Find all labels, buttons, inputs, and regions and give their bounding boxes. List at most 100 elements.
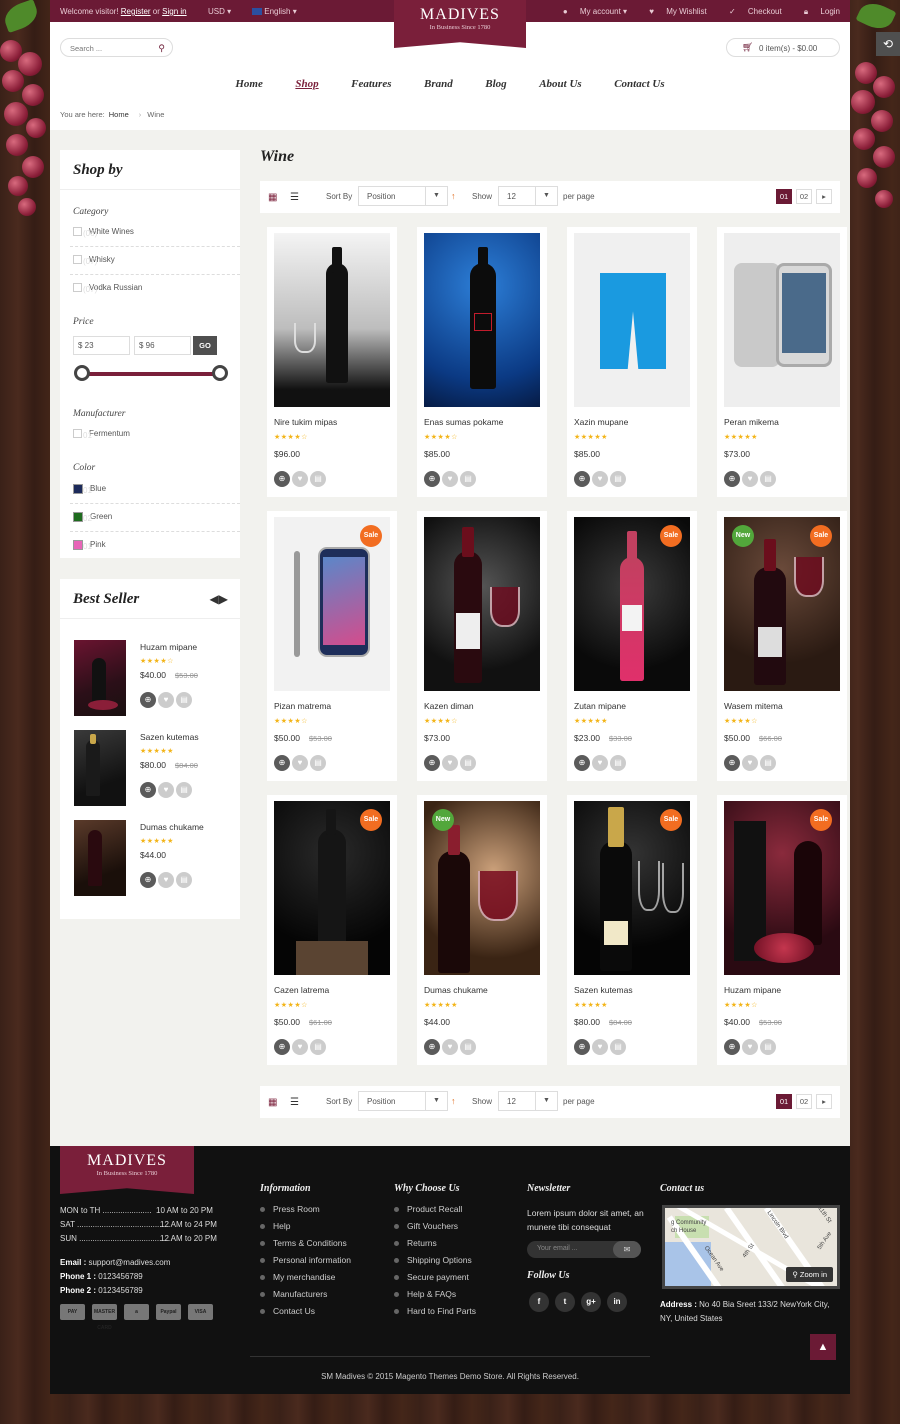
cart-icon[interactable]: ⊕ [274, 1039, 290, 1055]
product-card[interactable]: Xazin mupane ★★★★★ $85.00 ⊕ ♥ ▤ [567, 227, 697, 497]
product-name[interactable]: Wasem mitema [724, 701, 783, 711]
product-image[interactable] [574, 233, 690, 407]
product-name[interactable]: Sazen kutemas [574, 985, 633, 995]
footer-link[interactable]: Hard to Find Parts [394, 1306, 476, 1320]
product-card[interactable]: Peran mikema ★★★★★ $73.00 ⊕ ♥ ▤ [717, 227, 847, 497]
facebook-icon[interactable]: f [529, 1292, 549, 1312]
product-name[interactable]: Xazin mupane [574, 417, 628, 427]
my-account-link[interactable]: ● My account ▾ [553, 7, 627, 16]
footer-link[interactable]: Contact Us [260, 1306, 315, 1320]
product-image[interactable]: Sale New [724, 517, 840, 691]
checkbox[interactable] [73, 283, 82, 293]
product-card[interactable]: Kazen diman ★★★★☆ $73.00 ⊕ ♥ ▤ [417, 511, 547, 781]
product-image[interactable] [724, 233, 840, 407]
compare-icon[interactable]: ▤ [176, 782, 192, 798]
page-1[interactable]: 01 [776, 1094, 792, 1109]
best-seller-item[interactable]: Sazen kutemas ★★★★★ $80.00 $84.00 ⊕ ♥ ▤ [74, 730, 234, 810]
wishlist-icon[interactable]: ♥ [442, 471, 458, 487]
checkbox[interactable] [73, 429, 82, 439]
product-image[interactable]: Sale [724, 801, 840, 975]
wishlist-icon[interactable]: ♥ [742, 1039, 758, 1055]
chevron-right-icon[interactable]: ▶ [219, 592, 228, 606]
product-name[interactable]: Kazen diman [424, 701, 474, 711]
googleplus-icon[interactable]: g+ [581, 1292, 601, 1312]
price-min-input[interactable]: $ 23 [73, 336, 130, 355]
filter-whisky[interactable]: Whisky (07) [73, 255, 223, 269]
login-link[interactable]: 🔒︎ Login [794, 7, 840, 16]
product-image[interactable]: Sale [274, 517, 390, 691]
cart-icon[interactable]: ⊕ [574, 755, 590, 771]
linkedin-icon[interactable]: in [607, 1292, 627, 1312]
envelope-icon[interactable]: ✉ [613, 1241, 641, 1258]
filter-white-wines[interactable]: White Wines (06) [73, 227, 223, 241]
cart-icon[interactable]: ⊕ [574, 471, 590, 487]
footer-link[interactable]: Help & FAQs [394, 1289, 456, 1303]
wishlist-icon[interactable]: ♥ [442, 755, 458, 771]
search-input[interactable]: Search ... ⚲ [60, 38, 173, 57]
product-card[interactable]: Sale Sazen kutemas ★★★★★ $80.00 $84.00 ⊕ ♥ ▤ [567, 795, 697, 1065]
wishlist-icon[interactable]: ♥ [158, 872, 174, 888]
product-image[interactable] [74, 730, 126, 806]
filter-fermentum[interactable]: Fermentum 01 [73, 429, 223, 443]
language-select[interactable]: English ▾ [252, 7, 297, 16]
checkbox[interactable] [73, 227, 82, 237]
wishlist-icon[interactable]: ♥ [592, 471, 608, 487]
footer-link[interactable]: Returns [394, 1238, 437, 1252]
product-image[interactable]: New [424, 801, 540, 975]
limit-select[interactable]: 12 ▼ [498, 1091, 558, 1111]
compare-icon[interactable]: ▤ [760, 755, 776, 771]
footer-link[interactable]: My merchandise [260, 1272, 335, 1286]
product-name[interactable]: Peran mikema [724, 417, 779, 427]
product-card[interactable]: Sale Zutan mipane ★★★★★ $23.00 $33.00 ⊕ ♥ ▤ [567, 511, 697, 781]
cart-icon[interactable]: ⊕ [140, 872, 156, 888]
compare-icon[interactable]: ▤ [460, 1039, 476, 1055]
twitter-icon[interactable]: t [555, 1292, 575, 1312]
wishlist-icon[interactable]: ♥ [158, 782, 174, 798]
footer-link[interactable]: Terms & Conditions [260, 1238, 347, 1252]
compare-icon[interactable]: ▤ [310, 755, 326, 771]
sort-direction-icon[interactable]: ↑ [451, 1096, 456, 1106]
compare-icon[interactable]: ▤ [610, 471, 626, 487]
signin-link[interactable]: Sign in [162, 7, 186, 16]
settings-toggle-button[interactable]: ⟲ [876, 32, 900, 56]
footer-link[interactable]: Gift Vouchers [394, 1221, 458, 1235]
footer-logo[interactable]: MADIVES In Business Since 1780 [60, 1146, 194, 1194]
checkout-link[interactable]: ✓ Checkout [719, 7, 782, 16]
wishlist-icon[interactable]: ♥ [292, 1039, 308, 1055]
footer-link[interactable]: Press Room [260, 1204, 320, 1218]
product-card[interactable]: Sale New Wasem mitema ★★★★☆ $50.00 $66.00 ⊕ ♥ ▤ [717, 511, 847, 781]
nav-brand[interactable]: Brand [424, 78, 453, 90]
product-image[interactable] [74, 640, 126, 716]
product-name[interactable]: Huzam mipane [140, 642, 197, 652]
cart-icon[interactable]: ⊕ [724, 755, 740, 771]
sort-select[interactable]: Position ▼ [358, 1091, 448, 1111]
cart-icon[interactable]: ⊕ [274, 471, 290, 487]
product-card[interactable]: Enas sumas pokame ★★★★☆ $85.00 ⊕ ♥ ▤ [417, 227, 547, 497]
product-image[interactable] [74, 820, 126, 896]
filter-color-pink[interactable]: Pink 01 [73, 540, 223, 554]
cart-icon[interactable]: ⊕ [574, 1039, 590, 1055]
product-card[interactable]: Sale Cazen latrema ★★★★☆ $50.00 $61.00 ⊕ ♥ ▤ [267, 795, 397, 1065]
color-swatch[interactable] [73, 512, 83, 522]
compare-icon[interactable]: ▤ [176, 872, 192, 888]
cart-icon[interactable]: ⊕ [724, 1039, 740, 1055]
nav-shop[interactable]: Shop [295, 78, 318, 90]
product-name[interactable]: Pizan matrema [274, 701, 331, 711]
best-seller-item[interactable]: Huzam mipane ★★★★☆ $40.00 $53.00 ⊕ ♥ ▤ [74, 640, 234, 720]
cart-icon[interactable]: ⊕ [424, 471, 440, 487]
wishlist-icon[interactable]: ♥ [592, 755, 608, 771]
back-to-top-button[interactable]: ▲ [810, 1334, 836, 1360]
sort-direction-icon[interactable]: ↑ [451, 191, 456, 201]
best-seller-item[interactable]: Dumas chukame ★★★★★ $44.00 ⊕ ♥ ▤ [74, 820, 234, 900]
wishlist-icon[interactable]: ♥ [158, 692, 174, 708]
price-slider-min-handle[interactable] [74, 365, 90, 381]
logo[interactable]: MADIVES In Business Since 1780 [394, 0, 526, 48]
footer-link[interactable]: Secure payment [394, 1272, 469, 1286]
page-2[interactable]: 02 [796, 1094, 812, 1109]
register-link[interactable]: Register [121, 7, 151, 16]
wishlist-icon[interactable]: ♥ [442, 1039, 458, 1055]
product-image[interactable]: Sale [274, 801, 390, 975]
product-name[interactable]: Huzam mipane [724, 985, 781, 995]
page-2[interactable]: 02 [796, 189, 812, 204]
price-max-input[interactable]: $ 96 [134, 336, 191, 355]
